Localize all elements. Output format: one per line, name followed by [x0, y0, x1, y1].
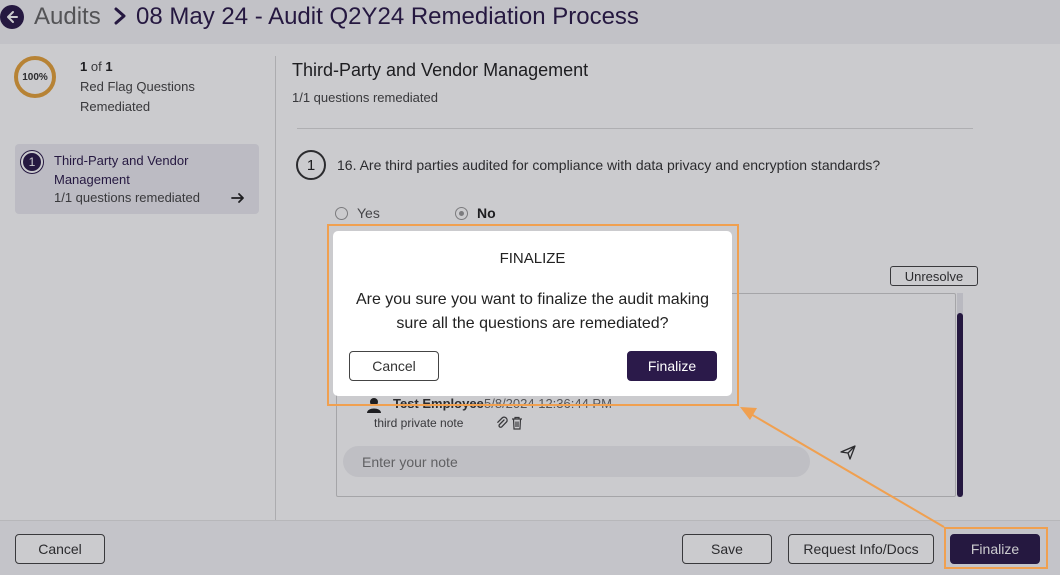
- finalize-dialog: FINALIZE Are you sure you want to finali…: [333, 231, 732, 396]
- dialog-cancel-button[interactable]: Cancel: [349, 351, 439, 381]
- dialog-title: FINALIZE: [499, 250, 566, 267]
- dialog-finalize-button[interactable]: Finalize: [627, 351, 717, 381]
- dialog-message: Are you sure you want to finalize the au…: [355, 291, 710, 332]
